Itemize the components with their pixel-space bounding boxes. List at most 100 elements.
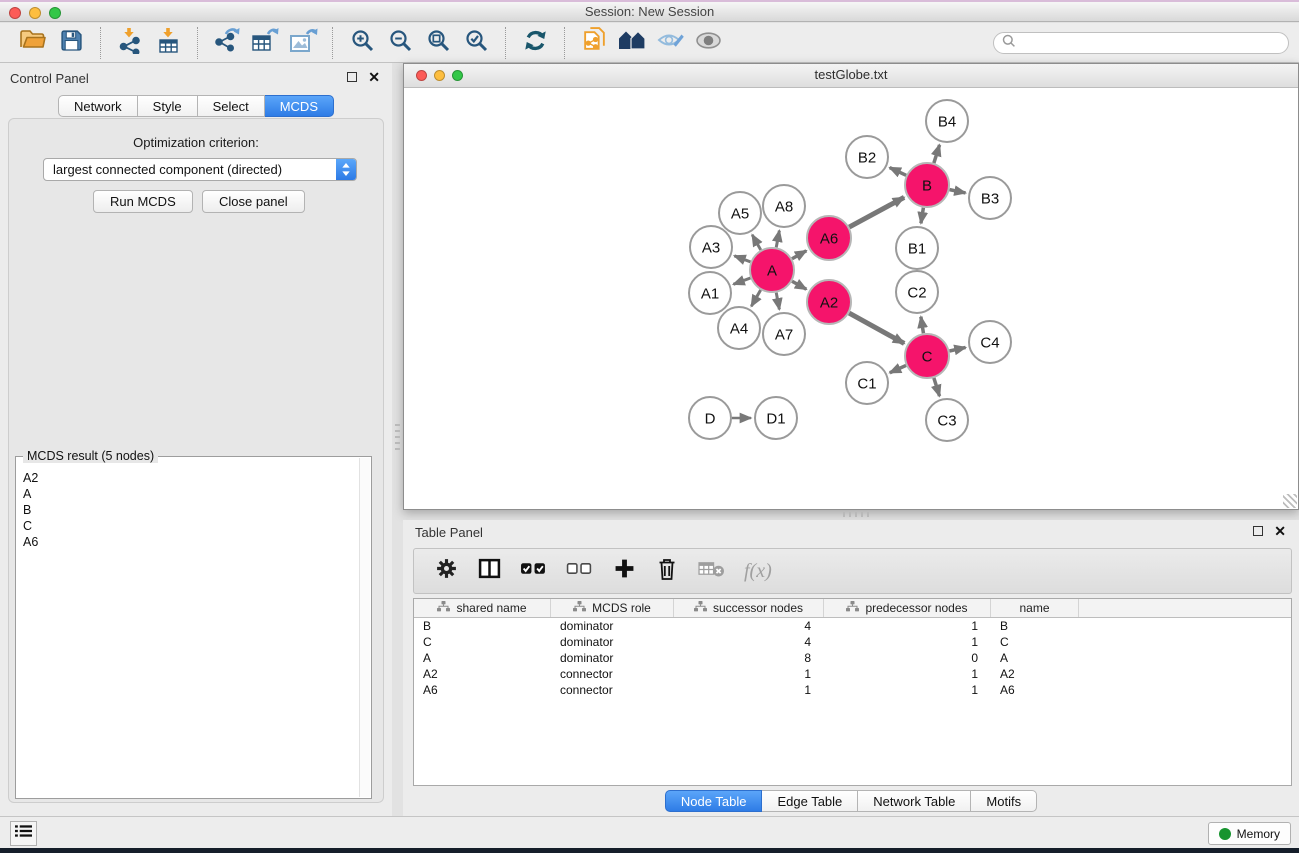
graph-node-A4[interactable]: A4	[718, 307, 760, 349]
zoom-fit-button[interactable]	[419, 26, 457, 60]
graph-node-D[interactable]: D	[689, 397, 731, 439]
show-all-button[interactable]	[689, 26, 727, 60]
zoom-selected-button[interactable]	[457, 26, 495, 60]
graph-edge-A-A6[interactable]	[792, 251, 806, 259]
delete-columns-button[interactable]	[655, 557, 679, 585]
graph-node-C1[interactable]: C1	[846, 362, 888, 404]
graph-edge-A-A4[interactable]	[751, 290, 760, 306]
refresh-network-button[interactable]	[516, 26, 554, 60]
graph-node-C[interactable]: C	[905, 334, 949, 378]
graph-edge-C-C4[interactable]	[949, 347, 965, 351]
first-neighbors-button[interactable]	[613, 26, 651, 60]
column-header-name[interactable]: name	[991, 599, 1079, 617]
network-zoom-button[interactable]	[452, 70, 463, 81]
graph-node-C2[interactable]: C2	[896, 271, 938, 313]
graph-node-B3[interactable]: B3	[969, 177, 1011, 219]
tab-mcds[interactable]: MCDS	[265, 95, 334, 117]
graph-edge-B-B1[interactable]	[921, 208, 923, 224]
run-mcds-button[interactable]: Run MCDS	[93, 190, 193, 213]
column-header-predecessor-nodes[interactable]: predecessor nodes	[824, 599, 991, 617]
result-scrollbar[interactable]	[359, 458, 370, 797]
table-row[interactable]: A2connector11A2	[414, 666, 1291, 682]
show-panels-button[interactable]	[10, 821, 37, 846]
table-row[interactable]: Adominator80A	[414, 650, 1291, 666]
column-header-shared-name[interactable]: shared name	[414, 599, 551, 617]
export-table-button[interactable]	[246, 26, 284, 60]
graph-node-A2[interactable]: A2	[807, 280, 851, 324]
tab-select[interactable]: Select	[198, 95, 265, 117]
horizontal-splitter-handle[interactable]	[843, 512, 869, 517]
graph-edge-A-A7[interactable]	[776, 293, 779, 310]
search-input[interactable]	[1021, 34, 1288, 52]
graph-edge-B-B4[interactable]	[934, 145, 940, 163]
graph-edge-C-C1[interactable]	[890, 365, 906, 372]
tab-motifs[interactable]: Motifs	[971, 790, 1037, 812]
graph-edge-A-A1[interactable]	[733, 278, 750, 284]
graph-node-A[interactable]: A	[750, 248, 794, 292]
mcds-result-item[interactable]: C	[23, 518, 358, 534]
table-row[interactable]: Bdominator41B	[414, 618, 1291, 634]
graph-edge-B-B2[interactable]	[890, 168, 907, 176]
tab-network-table[interactable]: Network Table	[858, 790, 971, 812]
float-table-panel-icon[interactable]	[1253, 526, 1263, 536]
table-row[interactable]: Cdominator41C	[414, 634, 1291, 650]
graph-edge-A-A8[interactable]	[776, 231, 779, 248]
float-panel-icon[interactable]	[347, 72, 357, 82]
import-network-button[interactable]	[111, 26, 149, 60]
table-row[interactable]: A6connector11A6	[414, 682, 1291, 698]
open-session-button[interactable]	[14, 26, 52, 60]
network-canvas[interactable]: B4B2BB3A8A5A6A3B1AA1C2A2A4A7C4CC1DD1C3	[404, 88, 1298, 509]
minimize-window-button[interactable]	[29, 7, 41, 19]
graph-edge-A6-B[interactable]	[849, 197, 904, 227]
mcds-result-item[interactable]: A2	[23, 470, 358, 486]
memory-button[interactable]: Memory	[1208, 822, 1291, 845]
tab-edge-table[interactable]: Edge Table	[762, 790, 858, 812]
mcds-result-item[interactable]: B	[23, 502, 358, 518]
new-column-button[interactable]	[612, 557, 636, 585]
graph-node-A7[interactable]: A7	[763, 313, 805, 355]
export-network-button[interactable]	[208, 26, 246, 60]
network-close-button[interactable]	[416, 70, 427, 81]
graph-node-B2[interactable]: B2	[846, 136, 888, 178]
save-session-button[interactable]	[52, 26, 90, 60]
graph-node-B[interactable]: B	[905, 163, 949, 207]
resize-grip[interactable]	[1283, 494, 1297, 508]
graph-node-C3[interactable]: C3	[926, 399, 968, 441]
graph-edge-A-A2[interactable]	[792, 281, 806, 289]
graph-node-A6[interactable]: A6	[807, 216, 851, 260]
tab-node-table[interactable]: Node Table	[665, 790, 763, 812]
mcds-result-item[interactable]: A	[23, 486, 358, 502]
deselect-all-button[interactable]	[566, 557, 593, 585]
mcds-result-item[interactable]: A6	[23, 534, 358, 550]
import-table-button[interactable]	[149, 26, 187, 60]
criterion-select[interactable]: largest connected component (directed)	[43, 158, 357, 181]
close-table-panel-icon[interactable]: ✕	[1274, 526, 1286, 536]
zoom-window-button[interactable]	[49, 7, 61, 19]
graph-edge-A2-C[interactable]	[849, 313, 904, 343]
graph-node-B4[interactable]: B4	[926, 100, 968, 142]
graph-edge-A-A3[interactable]	[734, 256, 750, 262]
export-image-button[interactable]	[284, 26, 322, 60]
vertical-splitter-handle[interactable]	[395, 424, 400, 450]
graph-node-D1[interactable]: D1	[755, 397, 797, 439]
tab-style[interactable]: Style	[138, 95, 198, 117]
close-panel-button[interactable]: Close panel	[202, 190, 305, 213]
graph-edge-B-B3[interactable]	[950, 190, 966, 193]
show-columns-button[interactable]	[477, 557, 501, 585]
graph-node-B1[interactable]: B1	[896, 227, 938, 269]
graph-edge-C-C2[interactable]	[921, 317, 924, 334]
graph-node-A1[interactable]: A1	[689, 272, 731, 314]
new-network-from-selection-button[interactable]	[575, 26, 613, 60]
graph-node-A8[interactable]: A8	[763, 185, 805, 227]
close-panel-icon[interactable]: ✕	[368, 72, 380, 82]
graph-node-A5[interactable]: A5	[719, 192, 761, 234]
table-mode-button[interactable]	[434, 557, 458, 585]
column-header-successor-nodes[interactable]: successor nodes	[674, 599, 824, 617]
zoom-out-button[interactable]	[381, 26, 419, 60]
zoom-in-button[interactable]	[343, 26, 381, 60]
graph-edge-A-A5[interactable]	[752, 235, 761, 250]
column-header-MCDS-role[interactable]: MCDS role	[551, 599, 674, 617]
network-minimize-button[interactable]	[434, 70, 445, 81]
tab-network[interactable]: Network	[58, 95, 138, 117]
graph-node-A3[interactable]: A3	[690, 226, 732, 268]
